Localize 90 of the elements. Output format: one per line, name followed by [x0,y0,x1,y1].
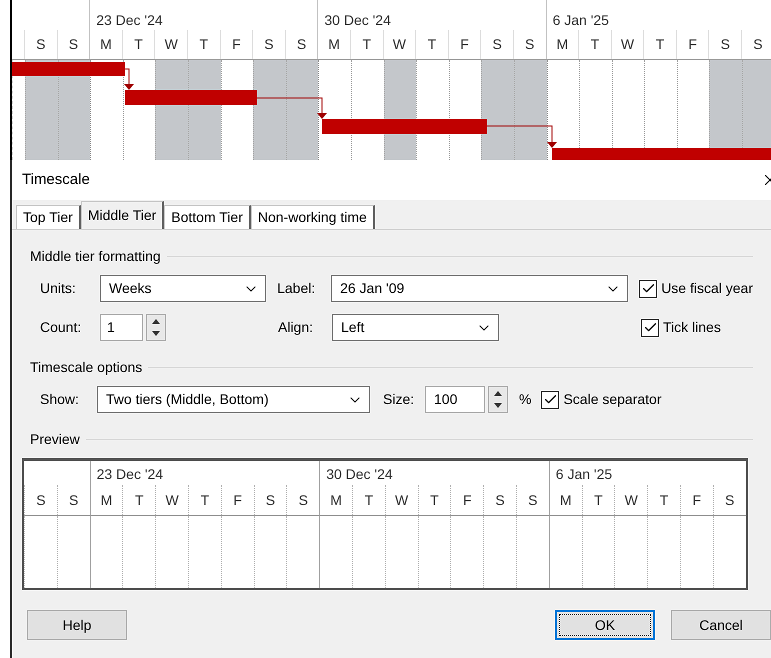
checkbox[interactable] [541,390,560,408]
field-label: Size: [383,390,416,409]
day-label: S [525,35,534,54]
checkbox-label: Tick lines [663,318,721,337]
day-label: S [296,35,306,54]
link-arrow [124,68,134,90]
day-label: S [36,35,46,54]
day-label: T [594,490,603,510]
week-label: 30 Dec '24 [325,465,393,484]
day-label: F [692,490,702,510]
day-label: M [328,35,340,54]
checkbox[interactable] [639,280,658,298]
day-label: T [428,35,436,54]
day-label: W [165,490,179,510]
day-label: W [624,490,638,510]
up-triangle-icon [494,390,502,396]
day-label: T [430,490,439,510]
week-label: 6 Jan '25 [554,465,612,484]
day-label: T [200,490,210,510]
day-label: W [392,35,406,54]
spin-buttons[interactable] [146,314,166,341]
checkbox[interactable] [641,318,659,336]
field-label: Align: [278,318,314,337]
day-label: T [362,35,372,54]
day-label: S [720,35,730,54]
day-label: F [233,490,242,510]
day-label: T [590,35,600,54]
field-label: Units: [40,279,77,298]
down-triangle-icon [152,331,160,336]
checkbox-label: Scale separator [563,390,662,409]
field-label: Show: [40,390,80,409]
group-title: Preview [30,430,80,449]
tab[interactable]: Middle Tier [80,201,164,229]
day-label: F [232,35,241,54]
link-arrow [256,98,327,119]
tab[interactable]: Bottom Tier [164,205,251,229]
day-label: S [298,490,308,510]
day-label: S [492,35,502,54]
day-label: S [724,490,734,510]
day-label: S [528,490,538,510]
week-label: 6 Jan '25 [552,11,609,30]
link-arrow [486,126,557,148]
tab[interactable]: Top Tier [16,205,81,229]
day-label: T [134,35,143,54]
count-field[interactable]: 1 [100,314,143,341]
dialog-button[interactable]: OK [555,610,655,640]
day-label: T [364,490,374,510]
day-label: F [460,35,469,54]
day-label: M [100,490,112,510]
day-label: W [164,35,178,54]
day-label: M [100,35,112,54]
up-triangle-icon [152,318,160,324]
day-label: W [620,35,634,54]
checkbox-label: Use fiscal year [661,279,753,298]
day-label: T [199,35,208,54]
day-label: T [656,35,664,54]
group-title: Middle tier formatting [30,247,161,266]
group-title: Timescale options [30,358,142,377]
day-label: S [68,35,78,54]
day-label: S [266,490,276,510]
week-label: 23 Dec '24 [96,465,164,484]
field-label: Label: [277,279,316,298]
day-label: F [688,35,697,54]
units-dropdown[interactable]: Weeks [100,275,266,302]
size-field[interactable]: 100 [425,386,485,413]
tab[interactable]: Non-working time [250,205,375,229]
day-label: M [330,490,342,510]
day-label: S [264,35,274,54]
day-label: S [36,490,46,510]
align-dropdown[interactable]: Left [332,314,499,341]
day-label: T [660,490,668,510]
week-label: 23 Dec '24 [95,11,163,30]
week-label: 30 Dec '24 [323,11,391,30]
down-triangle-icon [494,403,502,408]
day-label: S [495,490,505,510]
field-label: Count: [40,318,82,337]
day-label: S [753,35,763,54]
spin-buttons[interactable] [488,386,508,413]
day-label: S [69,490,78,510]
label-dropdown[interactable]: 26 Jan '09 [331,275,628,302]
dialog-button[interactable]: Cancel [671,610,771,640]
day-label: M [556,35,568,54]
show-dropdown[interactable]: Two tiers (Middle, Bottom) [97,386,370,413]
window-title: Timescale [22,170,90,190]
percent-sign: % [519,390,532,409]
day-label: T [135,490,144,510]
day-label: M [560,490,572,510]
day-label: W [395,490,408,510]
day-label: F [462,490,472,510]
dialog-button[interactable]: Help [27,610,127,640]
